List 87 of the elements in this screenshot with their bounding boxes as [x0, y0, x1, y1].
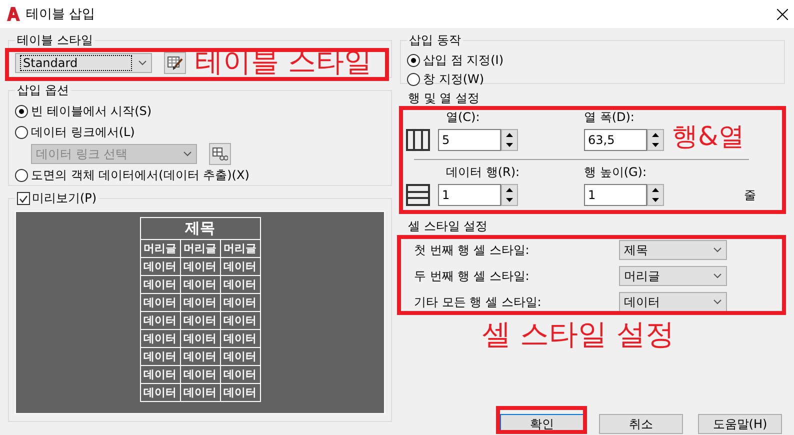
- data-cell: 데이터: [220, 312, 260, 330]
- cell-style-dropdown[interactable]: 데이터: [619, 292, 727, 312]
- data-cell: 데이터: [180, 312, 220, 330]
- radio-option[interactable]: 빈 테이블에서 시작(S): [15, 101, 385, 122]
- data-cell: 데이터: [140, 330, 180, 348]
- number-field[interactable]: 63,5: [584, 129, 647, 151]
- down-arrow-icon: [506, 198, 513, 202]
- data-cell: 데이터: [140, 366, 180, 384]
- data-cell: 데이터: [180, 294, 220, 312]
- table-link-icon: [212, 147, 228, 161]
- radio-option[interactable]: 데이터 링크에서(L): [15, 122, 385, 143]
- group-label: 삽입 옵션: [16, 82, 70, 99]
- cell-style-dropdown[interactable]: 제목: [619, 240, 727, 260]
- caret-icon: [183, 151, 192, 157]
- radio-option[interactable]: 창 지정(W): [407, 70, 778, 89]
- spin-button[interactable]: [647, 129, 664, 151]
- cell-style-dropdown[interactable]: 머리글: [619, 266, 727, 286]
- table-title: 제목: [140, 218, 260, 240]
- data-cell: 데이터: [180, 384, 220, 402]
- field-label: 기타 모든 행 셀 스타일:: [414, 294, 542, 310]
- data-cell: 데이터: [220, 294, 260, 312]
- down-arrow-icon: [506, 143, 513, 147]
- spin-button[interactable]: [501, 129, 518, 151]
- caret-icon: [713, 299, 722, 305]
- data-cell: 데이터: [140, 384, 180, 402]
- data-cell: 데이터: [180, 258, 220, 276]
- dialog-button[interactable]: 취소: [599, 414, 683, 434]
- up-arrow-icon: [506, 188, 513, 192]
- group-label: 테이블 스타일: [16, 32, 94, 49]
- radio-option[interactable]: 삽입 점 지정(I): [407, 51, 778, 70]
- data-cell: 데이터: [220, 258, 260, 276]
- field-label: 첫 번째 행 셀 스타일:: [414, 242, 530, 258]
- close-icon[interactable]: [777, 8, 788, 20]
- group-label: 셀 스타일 설정: [407, 218, 489, 235]
- data-cell: 데이터: [220, 276, 260, 294]
- field-label: 행 높이(G):: [584, 164, 648, 181]
- table-style-button[interactable]: [164, 52, 186, 74]
- data-cell: 데이터: [180, 330, 220, 348]
- group-label: 행 및 열 설정: [407, 90, 480, 107]
- data-cell: 데이터: [140, 312, 180, 330]
- data-cell: 데이터: [180, 348, 220, 366]
- header-cell: 머리글: [180, 240, 220, 258]
- number-field[interactable]: 1: [438, 184, 501, 206]
- spin-button[interactable]: [647, 184, 664, 206]
- up-arrow-icon: [652, 188, 659, 192]
- data-cell: 데이터: [180, 366, 220, 384]
- annotation-text: 셀 스타일 설정: [482, 320, 674, 349]
- field-label: 열(C):: [445, 109, 481, 126]
- rows-icon: [406, 184, 430, 206]
- down-arrow-icon: [652, 198, 659, 202]
- number-field[interactable]: 5: [438, 129, 501, 151]
- window-title: 테이블 삽입: [26, 6, 96, 23]
- data-cell: 데이터: [180, 276, 220, 294]
- field-label: 두 번째 행 셀 스타일:: [414, 268, 530, 284]
- down-arrow-icon: [652, 143, 659, 147]
- up-arrow-icon: [506, 133, 513, 137]
- spin-button[interactable]: [501, 184, 518, 206]
- radio-option[interactable]: 도면의 객체 데이터에서(데이터 추출)(X): [15, 165, 385, 186]
- number-field[interactable]: 1: [584, 184, 647, 206]
- field-label: 열 폭(D):: [584, 109, 636, 126]
- preview-checkbox[interactable]: [17, 192, 30, 205]
- field-label: 데이터 행(R):: [445, 164, 521, 181]
- data-cell: 데이터: [140, 258, 180, 276]
- caret-icon: [713, 247, 722, 253]
- data-cell: 데이터: [220, 348, 260, 366]
- app-logo-icon: [6, 7, 20, 21]
- columns-icon: [406, 129, 430, 151]
- header-cell: 머리글: [140, 240, 180, 258]
- caret-icon: [138, 60, 147, 66]
- group-label: 삽입 동작: [408, 32, 462, 49]
- annotation-text: 테이블 스타일: [195, 48, 372, 76]
- up-arrow-icon: [652, 133, 659, 137]
- table-style-dropdown[interactable]: Standard: [15, 53, 152, 73]
- table-brush-icon: [167, 55, 183, 71]
- data-cell: 데이터: [140, 276, 180, 294]
- checkbox-label[interactable]: 미리보기(P): [32, 190, 97, 207]
- data-cell: 데이터: [220, 366, 260, 384]
- header-cell: 머리글: [220, 240, 260, 258]
- data-cell: 데이터: [140, 294, 180, 312]
- unit-label: 줄: [744, 186, 757, 204]
- data-cell: 데이터: [140, 348, 180, 366]
- dialog-button[interactable]: 도움말(H): [698, 414, 782, 434]
- caret-icon: [713, 273, 722, 279]
- annotation-text: 행&열: [672, 124, 744, 150]
- data-cell: 데이터: [220, 384, 260, 402]
- data-cell: 데이터: [220, 330, 260, 348]
- data-link-button[interactable]: [209, 143, 231, 165]
